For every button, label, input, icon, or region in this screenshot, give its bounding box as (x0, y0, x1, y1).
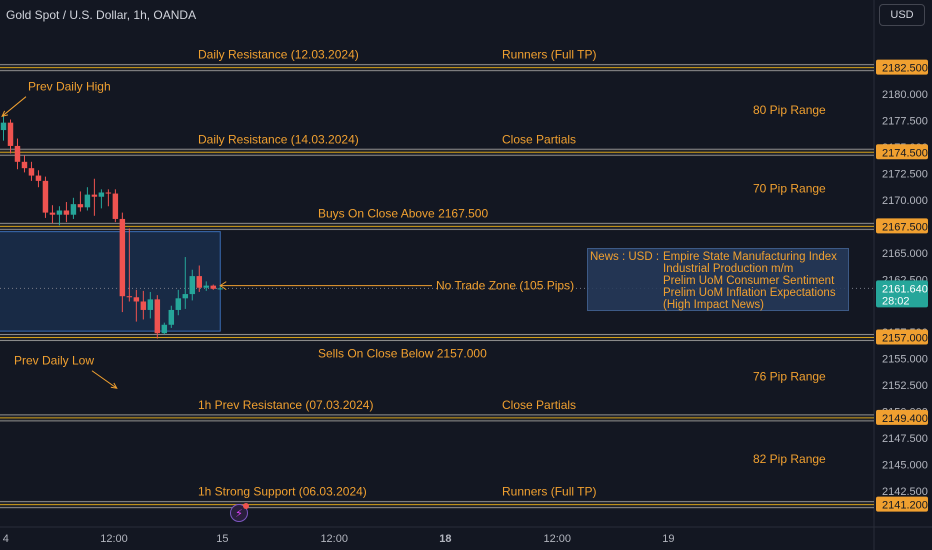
news-item: Prelim UoM Inflation Expectations (663, 287, 836, 299)
level-price-text: 2174.500 (882, 147, 928, 159)
candle-body (140, 301, 147, 310)
candle-body (189, 276, 196, 295)
x-tick-label: 12:00 (100, 533, 128, 545)
level-label: Daily Resistance (12.03.2024) (198, 48, 359, 62)
level-price-text: 2182.500 (882, 63, 928, 75)
candle-body (182, 294, 189, 299)
annotation-arrow (1, 96, 27, 117)
candle-body (21, 161, 28, 169)
candle-body (91, 194, 98, 197)
y-tick-label: 2152.500 (882, 380, 928, 392)
candle-body (7, 122, 14, 146)
news-item: (High Impact News) (663, 299, 764, 311)
annotation-label: Prev Daily Low (14, 354, 94, 368)
x-tick-label: 18 (439, 533, 451, 545)
event-dot (243, 503, 249, 509)
news-item: Empire State Manufacturing Index (663, 251, 837, 263)
level-label: 1h Strong Support (06.03.2024) (198, 485, 367, 499)
pip-range-label: 76 Pip Range (753, 370, 826, 384)
y-tick-label: 2142.500 (882, 486, 928, 498)
candle-body (56, 210, 63, 215)
no-trade-zone (0, 231, 221, 332)
candle-body (126, 296, 133, 298)
level-target-label: Close Partials (502, 132, 576, 146)
candle-body (84, 194, 91, 208)
candle-body (196, 276, 202, 288)
annotation-arrow (91, 370, 118, 389)
annotation-label: Prev Daily High (28, 80, 111, 94)
candle-body (210, 285, 216, 289)
x-tick-label: 12:00 (320, 533, 348, 545)
level-target-label: Runners (Full TP) (502, 48, 596, 62)
currency-button[interactable]: USD (879, 4, 925, 26)
level-price-text: 2149.400 (882, 413, 928, 425)
candle-body (77, 204, 84, 208)
pip-range-label: 80 Pip Range (753, 103, 826, 117)
candle-body (175, 298, 182, 310)
candle-body (70, 204, 77, 215)
no-trade-zone-label: No Trade Zone (105 Pips) (436, 279, 574, 293)
candle-body (168, 309, 175, 325)
candle-body (35, 175, 42, 181)
news-prefix: News : USD : (590, 251, 660, 263)
candle-body (14, 145, 21, 162)
pip-range-label: 70 Pip Range (753, 181, 826, 195)
level-price-text: 2167.500 (882, 221, 928, 233)
y-tick-label: 2145.000 (882, 459, 928, 471)
level-price-text: 2157.000 (882, 332, 928, 344)
pip-range-label: 82 Pip Range (753, 452, 826, 466)
candle-body (42, 180, 49, 213)
news-item: Industrial Production m/m (663, 263, 794, 275)
x-tick-label: 19 (662, 533, 674, 545)
x-tick-label: 4 (3, 533, 9, 545)
candle-body (63, 210, 70, 215)
candle-body (0, 122, 7, 131)
news-panel: News : USD : Empire State Manufacturing … (587, 248, 849, 311)
y-tick-label: 2177.500 (882, 116, 928, 128)
candle-body (119, 218, 126, 297)
y-tick-label: 2170.000 (882, 195, 928, 207)
level-target-label: Runners (Full TP) (502, 485, 596, 499)
candle-body (98, 192, 105, 197)
candle-body (161, 324, 168, 334)
x-tick-label: 15 (216, 533, 228, 545)
y-tick-label: 2165.000 (882, 248, 928, 260)
candle-body (49, 212, 56, 215)
level-price-text: 2141.200 (882, 500, 928, 512)
flash-icon[interactable]: ⚡ (230, 503, 249, 522)
candle-body (203, 285, 209, 288)
level-label: 1h Prev Resistance (07.03.2024) (198, 398, 373, 412)
level-label: Sells On Close Below 2157.000 (318, 346, 487, 360)
level-target-label: Close Partials (502, 398, 576, 412)
candle-body (147, 299, 154, 310)
y-tick-label: 2155.000 (882, 354, 928, 366)
x-tick-label: 12:00 (543, 533, 571, 545)
y-tick-label: 2172.500 (882, 168, 928, 180)
current-price-countdown: 28:02 (882, 295, 910, 307)
y-tick-label: 2147.500 (882, 433, 928, 445)
level-label: Buys On Close Above 2167.500 (318, 206, 488, 220)
current-price-value: 2161.640 (882, 283, 928, 295)
y-tick-label: 2180.000 (882, 89, 928, 101)
candle-body (217, 288, 223, 290)
candle-body (112, 193, 119, 219)
news-item: Prelim UoM Consumer Sentiment (663, 275, 835, 287)
level-label: Daily Resistance (14.03.2024) (198, 132, 359, 146)
symbol-title: Gold Spot / U.S. Dollar, 1h, OANDA (6, 8, 197, 22)
candle-body (28, 168, 35, 176)
candle-body (133, 297, 140, 302)
candle-body (105, 192, 112, 194)
candle-body (154, 299, 161, 334)
